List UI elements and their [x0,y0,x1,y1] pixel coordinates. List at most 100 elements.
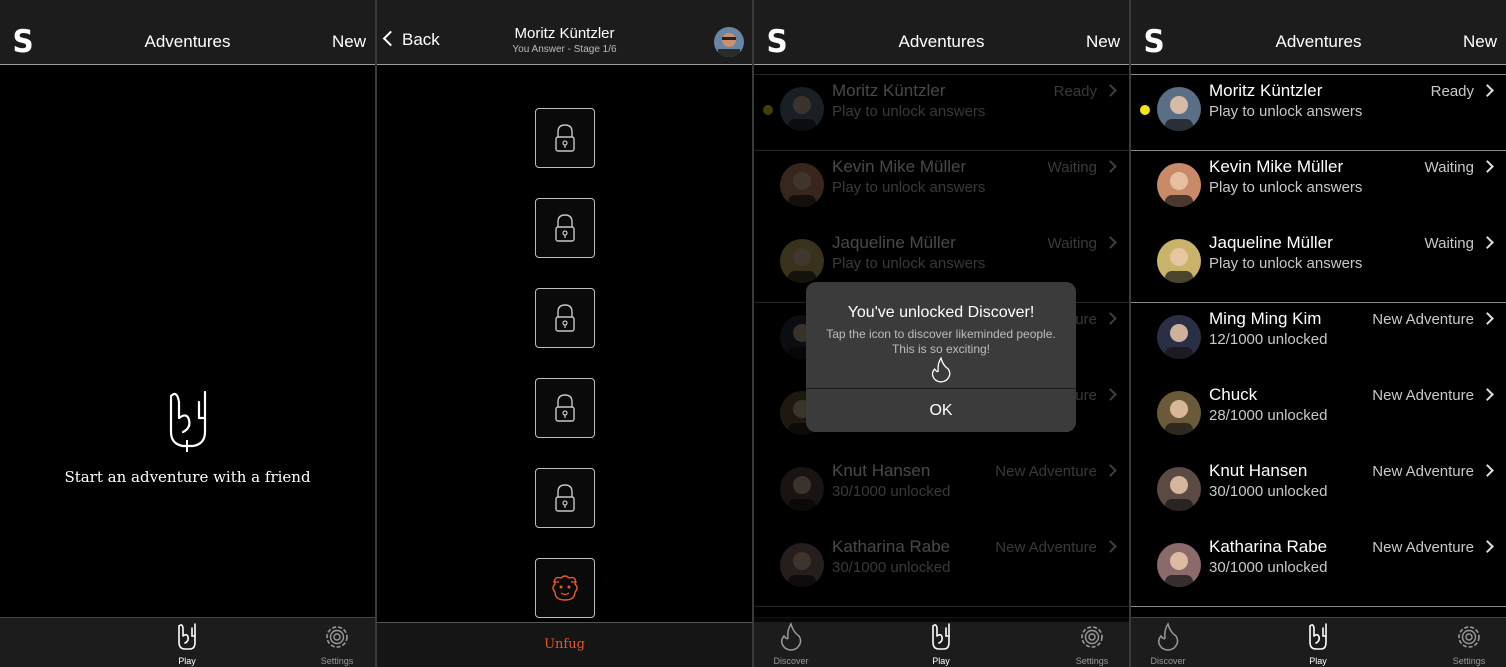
friend-name: Ming Ming Kim [1209,309,1322,328]
stage-locked[interactable] [535,198,595,258]
new-button[interactable]: New [1086,32,1120,52]
stage-locked[interactable] [535,468,595,528]
tab-settings[interactable]: Settings [307,622,367,666]
flame-icon [781,622,802,651]
opponent-name: Moritz Küntzler [514,25,615,42]
lock-icon [555,124,575,152]
page-title: Adventures [144,32,231,51]
new-button[interactable]: New [332,32,366,52]
tab-play[interactable]: Play [1288,622,1348,666]
tab-play[interactable]: Play [911,622,971,666]
tab-discover[interactable]: Discover [1138,622,1198,666]
flame-icon [931,356,951,383]
tab-bar: Play Settings [0,617,375,667]
friend-status: New Adventure [1372,387,1474,404]
chevron-right-icon [1481,388,1494,401]
tab-label: Discover [773,656,809,666]
tab-settings[interactable]: Settings [1062,622,1122,666]
tab-label: Settings [1075,656,1109,666]
friend-name: Knut Hansen [1209,461,1308,480]
friend-row[interactable]: Katharina Rabe 30/1000 unlocked New Advent… [1131,520,1506,596]
friend-subtitle: Play to unlock answers [1209,179,1363,196]
friend-name: Chuck [1209,385,1258,404]
friend-status: New Adventure [1372,463,1474,480]
stage-locked[interactable] [535,288,595,348]
stage-subtitle: You Answer - Stage 1/6 [512,44,617,55]
stage-current[interactable] [535,558,595,618]
unread-dot [1140,105,1150,115]
friend-row[interactable]: Jaqueline Müller Play to unlock answers Wa… [1131,216,1506,292]
friend-status: New Adventure [1372,539,1474,556]
flame-icon [1158,622,1179,651]
tab-discover[interactable]: Discover [761,622,821,666]
chevron-right-icon [1481,160,1494,173]
chevron-right-icon [1481,312,1494,325]
nav-bar: S Adventures New [754,0,1129,65]
nav-bar: S Adventures New [1131,0,1506,65]
tab-settings[interactable]: Settings [1439,622,1499,666]
chevron-right-icon [1481,236,1494,249]
friend-name: Katharina Rabe [1209,537,1328,556]
tab-label: Play [178,656,196,666]
tab-play[interactable]: Play [157,622,217,666]
tab-label: Settings [320,656,354,666]
gear-icon [326,626,348,648]
nav-bar: S Adventures New [0,0,375,65]
screen-empty-adventures: S Adventures New Start an adventure with… [0,0,375,667]
row-divider [1131,606,1506,607]
friend-row[interactable]: Kevin Mike Müller Play to unlock answers W… [1131,140,1506,216]
empty-state-icon-wrap [0,388,375,457]
avatar [1157,315,1201,359]
friend-status: Ready [1430,83,1474,100]
friend-subtitle: 12/1000 unlocked [1209,331,1328,348]
gear-icon [1081,626,1103,648]
lock-icon [555,304,575,332]
alert-title: You've unlocked Discover! [847,304,1035,321]
friend-status: New Adventure [1372,311,1474,328]
avatar [1157,239,1201,283]
rock-hand-icon [1309,623,1327,650]
friend-subtitle: 28/1000 unlocked [1209,407,1328,424]
avatar [1157,391,1201,435]
lock-icon [555,214,575,242]
page-title: Adventures [1275,32,1362,51]
tab-label: Play [1309,656,1327,666]
avatar [1157,543,1201,587]
friend-name: Moritz Küntzler [1209,81,1323,100]
new-button[interactable]: New [1463,32,1497,52]
avatar [1157,163,1201,207]
rock-hand-icon [932,623,950,650]
empty-state-text: Start an adventure with a friend [64,468,311,486]
friend-subtitle: Play to unlock answers [1209,255,1363,272]
friend-name: Kevin Mike Müller [1209,157,1344,176]
category-label: Unfug [544,637,585,652]
friend-subtitle: 30/1000 unlocked [1209,483,1328,500]
friend-row[interactable]: Ming Ming Kim 12/1000 unlocked New Adventu… [1131,292,1506,368]
friend-row[interactable]: Moritz Küntzler Play to unlock answers Rea… [1131,64,1506,140]
tab-label: Settings [1452,656,1486,666]
friend-name: Jaqueline Müller [1209,233,1333,252]
chevron-right-icon [1481,540,1494,553]
gear-icon [1458,626,1480,648]
chevron-right-icon [1481,84,1494,97]
tab-label: Discover [1150,656,1186,666]
friend-row[interactable]: Chuck 28/1000 unlocked New Adventure [1131,368,1506,444]
stage-locked[interactable] [535,378,595,438]
avatar[interactable] [714,27,744,57]
screen-stages: Back Moritz Küntzler You Answer - Stage … [377,0,752,667]
screen-discover-alert: S Adventures New Moritz KüntzlerPlay to … [754,0,1129,667]
chevron-right-icon [1481,464,1494,477]
lock-icon [555,484,575,512]
friend-subtitle: Play to unlock answers [1209,103,1363,120]
rock-hand-icon [178,623,196,650]
screen-adventures-list: S Adventures New Moritz Küntzler Play to … [1131,0,1506,667]
ok-button[interactable]: OK [806,389,1076,432]
stage-footer[interactable]: Unfug [377,622,752,667]
stage-locked[interactable] [535,108,595,168]
lock-icon [555,394,575,422]
tab-label: Play [932,656,950,666]
rock-hand-icon[interactable] [165,388,211,452]
friend-row[interactable]: Knut Hansen 30/1000 unlocked New Adventure [1131,444,1506,520]
avatar [1157,467,1201,511]
tab-bar: Discover Play Settings [1131,617,1506,667]
